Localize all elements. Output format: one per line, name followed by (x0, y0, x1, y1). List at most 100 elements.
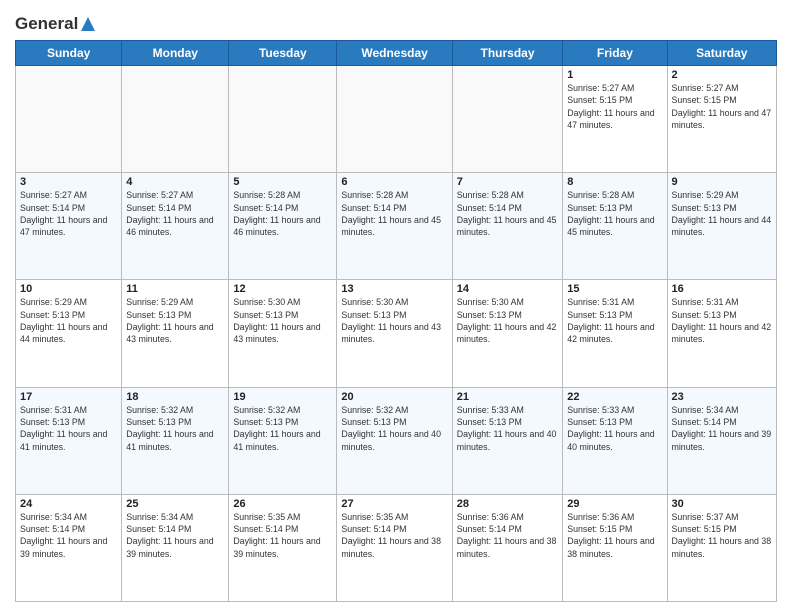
day-info: Sunrise: 5:37 AM Sunset: 5:15 PM Dayligh… (672, 511, 772, 560)
calendar-day-19: 19Sunrise: 5:32 AM Sunset: 5:13 PM Dayli… (229, 387, 337, 494)
day-info: Sunrise: 5:33 AM Sunset: 5:13 PM Dayligh… (457, 404, 559, 453)
day-info: Sunrise: 5:34 AM Sunset: 5:14 PM Dayligh… (20, 511, 117, 560)
day-info: Sunrise: 5:31 AM Sunset: 5:13 PM Dayligh… (672, 296, 772, 345)
day-info: Sunrise: 5:36 AM Sunset: 5:14 PM Dayligh… (457, 511, 559, 560)
day-info: Sunrise: 5:34 AM Sunset: 5:14 PM Dayligh… (126, 511, 224, 560)
calendar-day-27: 27Sunrise: 5:35 AM Sunset: 5:14 PM Dayli… (337, 494, 452, 601)
calendar-day-15: 15Sunrise: 5:31 AM Sunset: 5:13 PM Dayli… (563, 280, 667, 387)
day-info: Sunrise: 5:32 AM Sunset: 5:13 PM Dayligh… (341, 404, 447, 453)
calendar-day-20: 20Sunrise: 5:32 AM Sunset: 5:13 PM Dayli… (337, 387, 452, 494)
logo-general: General (15, 14, 78, 34)
day-number: 12 (233, 283, 332, 295)
calendar-day-9: 9Sunrise: 5:29 AM Sunset: 5:13 PM Daylig… (667, 173, 776, 280)
day-number: 3 (20, 176, 117, 188)
calendar-day-10: 10Sunrise: 5:29 AM Sunset: 5:13 PM Dayli… (16, 280, 122, 387)
day-info: Sunrise: 5:35 AM Sunset: 5:14 PM Dayligh… (233, 511, 332, 560)
day-info: Sunrise: 5:30 AM Sunset: 5:13 PM Dayligh… (457, 296, 559, 345)
calendar-day-28: 28Sunrise: 5:36 AM Sunset: 5:14 PM Dayli… (452, 494, 563, 601)
logo-icon (79, 15, 97, 33)
calendar-day-13: 13Sunrise: 5:30 AM Sunset: 5:13 PM Dayli… (337, 280, 452, 387)
day-number: 9 (672, 176, 772, 188)
day-info: Sunrise: 5:29 AM Sunset: 5:13 PM Dayligh… (20, 296, 117, 345)
header: General (15, 10, 777, 32)
day-info: Sunrise: 5:30 AM Sunset: 5:13 PM Dayligh… (341, 296, 447, 345)
day-info: Sunrise: 5:28 AM Sunset: 5:13 PM Dayligh… (567, 189, 662, 238)
calendar-day-empty (122, 66, 229, 173)
calendar-day-12: 12Sunrise: 5:30 AM Sunset: 5:13 PM Dayli… (229, 280, 337, 387)
day-number: 4 (126, 176, 224, 188)
header-day-tuesday: Tuesday (229, 41, 337, 66)
day-number: 25 (126, 498, 224, 510)
calendar-day-empty (16, 66, 122, 173)
header-day-friday: Friday (563, 41, 667, 66)
calendar-day-30: 30Sunrise: 5:37 AM Sunset: 5:15 PM Dayli… (667, 494, 776, 601)
day-number: 29 (567, 498, 662, 510)
calendar-table: SundayMondayTuesdayWednesdayThursdayFrid… (15, 40, 777, 602)
calendar-day-4: 4Sunrise: 5:27 AM Sunset: 5:14 PM Daylig… (122, 173, 229, 280)
day-info: Sunrise: 5:35 AM Sunset: 5:14 PM Dayligh… (341, 511, 447, 560)
calendar-week-3: 10Sunrise: 5:29 AM Sunset: 5:13 PM Dayli… (16, 280, 777, 387)
day-info: Sunrise: 5:28 AM Sunset: 5:14 PM Dayligh… (457, 189, 559, 238)
calendar-week-2: 3Sunrise: 5:27 AM Sunset: 5:14 PM Daylig… (16, 173, 777, 280)
calendar-day-14: 14Sunrise: 5:30 AM Sunset: 5:13 PM Dayli… (452, 280, 563, 387)
day-info: Sunrise: 5:27 AM Sunset: 5:14 PM Dayligh… (20, 189, 117, 238)
day-number: 11 (126, 283, 224, 295)
day-number: 17 (20, 391, 117, 403)
day-number: 28 (457, 498, 559, 510)
day-info: Sunrise: 5:30 AM Sunset: 5:13 PM Dayligh… (233, 296, 332, 345)
logo: General (15, 10, 97, 32)
calendar-day-empty (229, 66, 337, 173)
day-info: Sunrise: 5:31 AM Sunset: 5:13 PM Dayligh… (20, 404, 117, 453)
calendar-day-25: 25Sunrise: 5:34 AM Sunset: 5:14 PM Dayli… (122, 494, 229, 601)
day-number: 18 (126, 391, 224, 403)
day-number: 23 (672, 391, 772, 403)
day-number: 14 (457, 283, 559, 295)
day-number: 24 (20, 498, 117, 510)
day-number: 8 (567, 176, 662, 188)
calendar-day-24: 24Sunrise: 5:34 AM Sunset: 5:14 PM Dayli… (16, 494, 122, 601)
calendar-day-16: 16Sunrise: 5:31 AM Sunset: 5:13 PM Dayli… (667, 280, 776, 387)
day-number: 22 (567, 391, 662, 403)
day-info: Sunrise: 5:32 AM Sunset: 5:13 PM Dayligh… (126, 404, 224, 453)
calendar-day-11: 11Sunrise: 5:29 AM Sunset: 5:13 PM Dayli… (122, 280, 229, 387)
day-number: 27 (341, 498, 447, 510)
day-info: Sunrise: 5:34 AM Sunset: 5:14 PM Dayligh… (672, 404, 772, 453)
day-number: 7 (457, 176, 559, 188)
header-day-thursday: Thursday (452, 41, 563, 66)
header-day-saturday: Saturday (667, 41, 776, 66)
day-number: 26 (233, 498, 332, 510)
header-row: SundayMondayTuesdayWednesdayThursdayFrid… (16, 41, 777, 66)
day-number: 5 (233, 176, 332, 188)
day-number: 6 (341, 176, 447, 188)
calendar-day-7: 7Sunrise: 5:28 AM Sunset: 5:14 PM Daylig… (452, 173, 563, 280)
day-info: Sunrise: 5:27 AM Sunset: 5:15 PM Dayligh… (567, 82, 662, 131)
calendar-day-18: 18Sunrise: 5:32 AM Sunset: 5:13 PM Dayli… (122, 387, 229, 494)
day-number: 30 (672, 498, 772, 510)
day-number: 19 (233, 391, 332, 403)
day-info: Sunrise: 5:27 AM Sunset: 5:14 PM Dayligh… (126, 189, 224, 238)
day-number: 20 (341, 391, 447, 403)
calendar-wrap: SundayMondayTuesdayWednesdayThursdayFrid… (15, 40, 777, 602)
day-number: 2 (672, 69, 772, 81)
day-number: 10 (20, 283, 117, 295)
calendar-day-22: 22Sunrise: 5:33 AM Sunset: 5:13 PM Dayli… (563, 387, 667, 494)
calendar-day-8: 8Sunrise: 5:28 AM Sunset: 5:13 PM Daylig… (563, 173, 667, 280)
day-info: Sunrise: 5:29 AM Sunset: 5:13 PM Dayligh… (672, 189, 772, 238)
day-info: Sunrise: 5:27 AM Sunset: 5:15 PM Dayligh… (672, 82, 772, 131)
calendar-day-21: 21Sunrise: 5:33 AM Sunset: 5:13 PM Dayli… (452, 387, 563, 494)
calendar-week-5: 24Sunrise: 5:34 AM Sunset: 5:14 PM Dayli… (16, 494, 777, 601)
day-info: Sunrise: 5:29 AM Sunset: 5:13 PM Dayligh… (126, 296, 224, 345)
calendar-day-5: 5Sunrise: 5:28 AM Sunset: 5:14 PM Daylig… (229, 173, 337, 280)
calendar-day-empty (452, 66, 563, 173)
calendar-day-23: 23Sunrise: 5:34 AM Sunset: 5:14 PM Dayli… (667, 387, 776, 494)
calendar-day-17: 17Sunrise: 5:31 AM Sunset: 5:13 PM Dayli… (16, 387, 122, 494)
calendar-week-1: 1Sunrise: 5:27 AM Sunset: 5:15 PM Daylig… (16, 66, 777, 173)
day-info: Sunrise: 5:31 AM Sunset: 5:13 PM Dayligh… (567, 296, 662, 345)
calendar-body: 1Sunrise: 5:27 AM Sunset: 5:15 PM Daylig… (16, 66, 777, 602)
day-number: 13 (341, 283, 447, 295)
page: General SundayMondayTuesdayWednesdayThur… (0, 0, 792, 612)
calendar-header: SundayMondayTuesdayWednesdayThursdayFrid… (16, 41, 777, 66)
day-info: Sunrise: 5:36 AM Sunset: 5:15 PM Dayligh… (567, 511, 662, 560)
calendar-day-1: 1Sunrise: 5:27 AM Sunset: 5:15 PM Daylig… (563, 66, 667, 173)
calendar-day-3: 3Sunrise: 5:27 AM Sunset: 5:14 PM Daylig… (16, 173, 122, 280)
